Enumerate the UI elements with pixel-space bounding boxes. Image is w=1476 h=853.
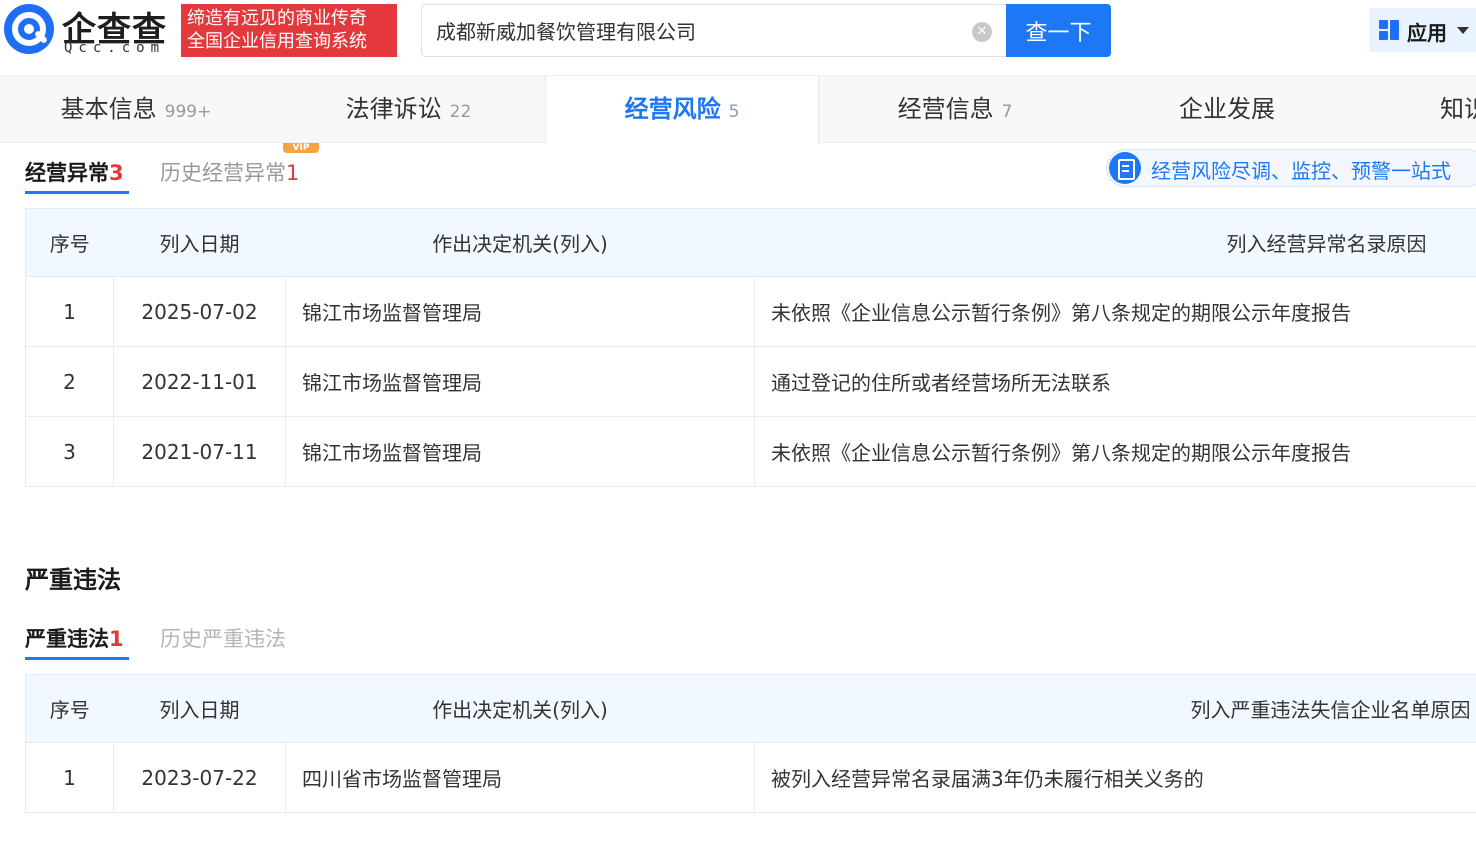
tab-label: 法律诉讼 xyxy=(345,95,442,123)
section-title-violation: 严重违法 xyxy=(25,566,121,594)
col-header-index: 序号 xyxy=(25,674,114,743)
vip-badge: VIP xyxy=(283,143,319,153)
logo-domain: Qcc.com xyxy=(64,40,166,56)
subtab-count: 3 xyxy=(109,161,124,185)
table-row: 3 2021-07-11 锦江市场监督管理局 未依照《企业信息公示暂行条例》第八… xyxy=(25,416,1476,487)
apps-label: 应用 xyxy=(1407,21,1447,45)
cell-reason: 通过登记的住所或者经营场所无法联系 xyxy=(754,346,1476,417)
col-header-authority: 作出决定机关(列入) xyxy=(285,208,755,277)
search-box: ✕ xyxy=(421,4,1007,57)
active-subtab-underline xyxy=(25,191,129,194)
tab-count: 7 xyxy=(1001,102,1013,122)
slogan-banner: 缔造有远见的商业传奇 全国企业信用查询系统 xyxy=(181,4,397,57)
tab-legal[interactable]: 法律诉讼 22 xyxy=(272,76,545,143)
table-header-row: 序号 列入日期 作出决定机关(列入) 列入严重违法失信企业名单原因 xyxy=(25,674,1476,743)
subtab-count: 1 xyxy=(109,627,124,651)
col-header-date: 列入日期 xyxy=(113,208,286,277)
col-header-authority: 作出决定机关(列入) xyxy=(285,674,755,743)
table-row: 2 2022-11-01 锦江市场监督管理局 通过登记的住所或者经营场所无法联系 xyxy=(25,346,1476,417)
cell-date: 2025-07-02 xyxy=(113,276,286,347)
cell-authority: 锦江市场监督管理局 xyxy=(285,346,755,417)
slogan-line-1: 缔造有远见的商业传奇 xyxy=(187,8,367,29)
table-row: 1 2023-07-22 四川省市场监督管理局 被列入经营异常名录届满3年仍未履… xyxy=(25,742,1476,813)
abnormal-table: 序号 列入日期 作出决定机关(列入) 列入经营异常名录原因 1 2025-07-… xyxy=(25,208,1476,487)
search-input[interactable] xyxy=(436,5,956,56)
tab-label: 知识 xyxy=(1440,95,1476,123)
cell-date: 2023-07-22 xyxy=(113,742,286,813)
cell-reason: 被列入经营异常名录届满3年仍未履行相关义务的 xyxy=(754,742,1476,813)
subtab-count: 1 xyxy=(286,161,300,185)
risk-promo-banner[interactable]: 经营风险尽调、监控、预警一站式 xyxy=(1106,149,1476,187)
violation-table: 序号 列入日期 作出决定机关(列入) 列入严重违法失信企业名单原因 1 2023… xyxy=(25,674,1476,813)
active-subtab-underline xyxy=(25,657,129,660)
tab-count: 22 xyxy=(449,102,472,122)
tab-ip[interactable]: 知识 xyxy=(1440,76,1476,143)
cell-reason: 未依照《企业信息公示暂行条例》第八条规定的期限公示年度报告 xyxy=(754,416,1476,487)
col-header-date: 列入日期 xyxy=(113,674,286,743)
col-header-reason: 列入经营异常名录原因 xyxy=(754,208,1476,277)
subtab-label: 历史经营异常 xyxy=(160,161,286,185)
subtab-violation[interactable]: 严重违法1 xyxy=(25,623,124,653)
cell-authority: 锦江市场监督管理局 xyxy=(285,416,755,487)
tab-label: 基本信息 xyxy=(60,95,157,123)
cell-index: 1 xyxy=(25,276,114,347)
search-button[interactable]: 查一下 xyxy=(1006,4,1111,57)
table-row: 1 2025-07-02 锦江市场监督管理局 未依照《企业信息公示暂行条例》第八… xyxy=(25,276,1476,347)
apps-grid-icon xyxy=(1379,20,1399,40)
tab-basic-info[interactable]: 基本信息 999+ xyxy=(0,76,272,143)
qcc-logo-icon[interactable] xyxy=(4,4,54,54)
promo-text: 经营风险尽调、监控、预警一站式 xyxy=(1151,159,1451,183)
cell-authority: 锦江市场监督管理局 xyxy=(285,276,755,347)
tab-business-info[interactable]: 经营信息 7 xyxy=(819,76,1091,143)
subtab-label: 严重违法 xyxy=(25,627,109,651)
subtab-abnormal[interactable]: 经营异常3 xyxy=(25,157,124,187)
tab-label: 企业发展 xyxy=(1179,95,1275,123)
chevron-down-icon xyxy=(1457,27,1469,34)
tab-label: 经营信息 xyxy=(897,95,994,123)
tab-development[interactable]: 企业发展 xyxy=(1091,76,1363,143)
cell-authority: 四川省市场监督管理局 xyxy=(285,742,755,813)
tab-count: 999+ xyxy=(164,102,212,122)
cell-date: 2021-07-11 xyxy=(113,416,286,487)
cell-index: 3 xyxy=(25,416,114,487)
top-header: 企查查 Qcc.com 缔造有远见的商业传奇 全国企业信用查询系统 ✕ 查一下 … xyxy=(0,0,1476,75)
subtab-history-abnormal[interactable]: 历史经营异常1 xyxy=(160,157,299,187)
cell-date: 2022-11-01 xyxy=(113,346,286,417)
col-header-index: 序号 xyxy=(25,208,114,277)
clear-icon[interactable]: ✕ xyxy=(972,22,992,42)
subtab-history-violation[interactable]: 历史严重违法 xyxy=(160,623,286,653)
cell-reason: 未依照《企业信息公示暂行条例》第八条规定的期限公示年度报告 xyxy=(754,276,1476,347)
main-tabbar: 基本信息 999+ 法律诉讼 22 经营风险 5 经营信息 7 企业发展 知识 xyxy=(0,75,1476,144)
subtab-label: 经营异常 xyxy=(25,161,109,185)
slogan-line-2: 全国企业信用查询系统 xyxy=(187,31,367,52)
document-icon xyxy=(1109,152,1141,184)
col-header-reason: 列入严重违法失信企业名单原因 xyxy=(754,674,1476,743)
apps-menu-button[interactable]: 应用 xyxy=(1369,8,1476,52)
subtab-label: 历史严重违法 xyxy=(160,627,286,651)
cell-index: 2 xyxy=(25,346,114,417)
tab-label: 经营风险 xyxy=(624,95,721,123)
tab-business-risk[interactable]: 经营风险 5 xyxy=(545,76,819,144)
cell-index: 1 xyxy=(25,742,114,813)
table-header-row: 序号 列入日期 作出决定机关(列入) 列入经营异常名录原因 xyxy=(25,208,1476,277)
tab-count: 5 xyxy=(728,102,740,122)
